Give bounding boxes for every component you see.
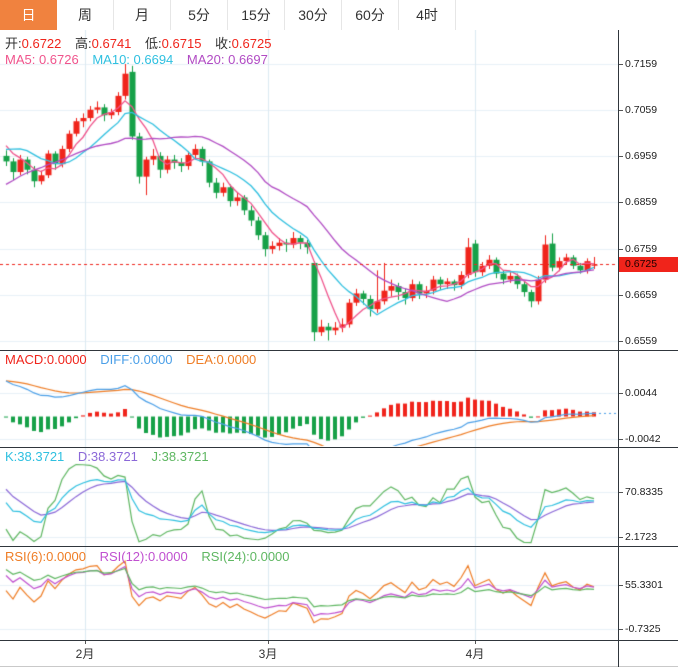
month-label: 4月 [455,645,495,662]
axis-tick-label: 0.7159 [625,58,657,70]
axis-tick-label: -0.0042 [625,433,661,445]
dea-value: DEA:0.0000 [186,352,256,367]
k-value: K:38.3721 [5,449,64,464]
panel-separator [0,447,678,448]
open-label: 开:0.6722 [5,36,61,51]
low-value: 0.6715 [162,36,202,51]
axis-tick-label: 0.0044 [625,387,657,399]
tab-60分[interactable]: 60分 [342,0,399,30]
high-label: 高:0.6741 [75,36,131,51]
panel-separator [0,640,678,641]
tab-30分[interactable]: 30分 [285,0,342,30]
ma10-readout: MA10: 0.6694 [92,52,173,67]
ma20-readout: MA20: 0.6697 [187,52,268,67]
tab-月[interactable]: 月 [114,0,171,30]
j-value: J:38.3721 [152,449,209,464]
close-label: 收:0.6725 [215,36,271,51]
plot-area: 开:0.6722 高:0.6741 低:0.6715 收:0.6725 MA5:… [0,30,618,640]
tab-5分[interactable]: 5分 [171,0,228,30]
axis-tick-label: 0.6659 [625,289,657,301]
rsi12-value: RSI(12):0.0000 [100,549,188,564]
close-value: 0.6725 [232,36,272,51]
axis-tick-label: 0.6859 [625,196,657,208]
axis-tick-label: 70.8335 [625,486,663,498]
tab-15分[interactable]: 15分 [228,0,285,30]
current-price-tag: 0.6725 [618,257,678,272]
tab-4时[interactable]: 4时 [399,0,456,30]
axis-border [618,30,619,667]
panel-separator [0,546,678,547]
diff-value: DIFF:0.0000 [100,352,172,367]
axis-tick-label: 0.6559 [625,335,657,347]
rsi6-value: RSI(6):0.0000 [5,549,86,564]
tab-日[interactable]: 日 [0,0,57,30]
period-tab-bar: 日周月5分15分30分60分4时 [0,0,678,31]
tab-周[interactable]: 周 [57,0,114,30]
panel-separator [0,350,678,351]
ohlc-readout: 开:0.6722 高:0.6741 低:0.6715 收:0.6725 [5,33,281,52]
macd-readout: MACD:0.0000 DIFF:0.0000 DEA:0.0000 [5,352,266,367]
axis-tick-label: 2.1723 [625,531,657,543]
chart-app: 日周月5分15分30分60分4时 开:0.6722 高:0.6741 低:0.6… [0,0,678,669]
axis-tick-label: 0.6959 [625,150,657,162]
axis-tick-label: 0.6759 [625,243,657,255]
macd-value: MACD:0.0000 [5,352,87,367]
rsi-readout: RSI(6):0.0000 RSI(12):0.0000 RSI(24):0.0… [5,549,300,564]
rsi24-value: RSI(24):0.0000 [201,549,289,564]
month-label: 3月 [248,645,288,662]
ma5-readout: MA5: 0.6726 [5,52,79,67]
axis-tick-label: 55.3301 [625,579,663,591]
kdj-readout: K:38.3721 D:38.3721 J:38.3721 [5,449,219,464]
d-value: D:38.3721 [78,449,138,464]
x-axis: 2月 3月 4月 [0,640,678,667]
month-label: 2月 [65,645,105,662]
axis-tick-label: 0.7059 [625,104,657,116]
low-label: 低:0.6715 [145,36,201,51]
open-value: 0.6722 [22,36,62,51]
high-value: 0.6741 [92,36,132,51]
right-axis: 0.6725 0.7159 0.7059 0.6959 0.6859 0.6759 0.6… [618,30,678,667]
axis-tick-label: -0.7325 [625,623,661,635]
ma-readout: MA5: 0.6726 MA10: 0.6694 MA20: 0.6697 [5,52,278,67]
